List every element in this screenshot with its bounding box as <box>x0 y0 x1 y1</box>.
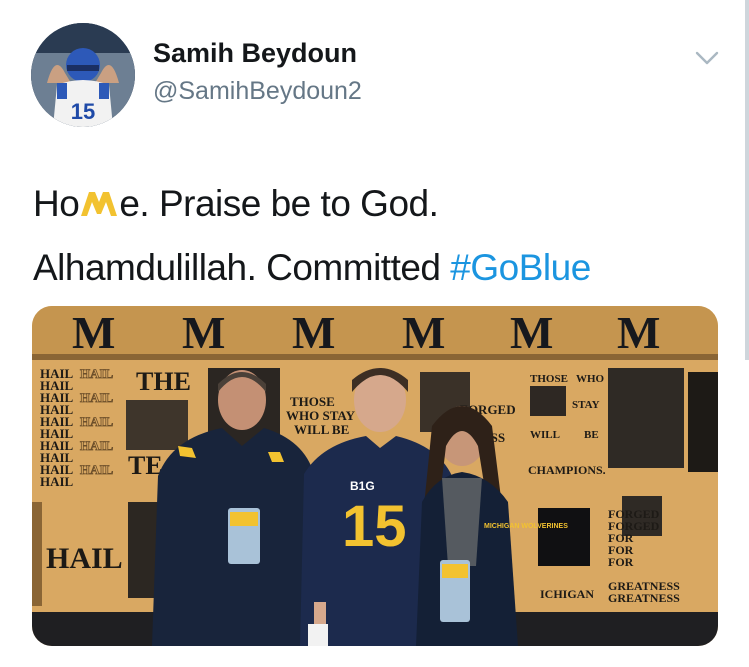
banner-letter-3: M <box>292 307 335 358</box>
banner-letter-6: M <box>617 307 660 358</box>
michigan-m-emoji-icon <box>80 174 118 216</box>
wall-michigan: ICHIGAN <box>540 587 594 601</box>
wall-the: THE <box>136 367 191 396</box>
wall-hail-big: HAIL <box>46 542 123 575</box>
jacket-badge: MICHIGAN WOLVERINES <box>484 523 568 530</box>
wall-who-stay: WHO STAY <box>286 408 356 423</box>
wall-hail-outline-4: HAIL <box>80 438 114 453</box>
chevron-down-icon[interactable] <box>694 48 720 68</box>
wall-champions: CHAMPIONS. <box>528 463 606 477</box>
banner-letter-1: M <box>72 307 115 358</box>
user-handle[interactable]: @SamihBeydoun2 <box>153 77 362 106</box>
wall-te: TE <box>128 451 163 480</box>
banner-letter-2: M <box>182 307 225 358</box>
wall-right-will: WILL <box>530 429 560 441</box>
tweet-card[interactable]: 15 Samih Beydoun @SamihBeydoun2 Ho e. Pra… <box>0 0 749 667</box>
avatar-jersey-number: 15 <box>71 99 95 124</box>
banner-letter-4: M <box>402 307 445 358</box>
wall-those: THOSE <box>290 394 335 409</box>
scrollbar[interactable] <box>745 0 749 360</box>
avatar-image: 15 <box>31 23 135 127</box>
photo-image: M M M M M M HAIL HAIL HAIL HAIL HAIL HAI… <box>32 306 718 646</box>
tweet-text-part2: e. Praise be to God. <box>119 183 439 224</box>
wall-greatness-2: GREATNESS <box>608 591 680 605</box>
tweet-text-line2: Alhamdulillah. Committed <box>33 247 451 288</box>
tweet-text: Ho e. Praise be to God. Alhamdulillah. Co… <box>33 172 723 300</box>
jersey-number: 15 <box>342 494 407 559</box>
wall-right-who: WHO <box>576 373 605 385</box>
wall-hail-10: HAIL <box>40 474 74 489</box>
wall-right-stay: STAY <box>572 399 600 411</box>
wall-right-be: BE <box>584 429 599 441</box>
wall-hail-outline-1: HAIL <box>80 366 114 381</box>
banner-letter-5: M <box>510 307 553 358</box>
tweet-text-line-1: Ho e. Praise be to God. <box>33 172 723 236</box>
wall-hail-outline-3: HAIL <box>80 414 114 429</box>
tweet-text-part1: Ho <box>33 183 80 224</box>
wall-hail-outline-2: HAIL <box>80 390 114 405</box>
tweet-text-line-2: Alhamdulillah. Committed #GoBlue <box>33 236 723 300</box>
wall-hail-outline-5: HAIL <box>80 462 114 477</box>
wall-forged-bottom-5: FOR <box>608 555 634 569</box>
avatar[interactable]: 15 <box>31 23 135 127</box>
wall-will-be: WILL BE <box>294 422 349 437</box>
hashtag-link[interactable]: #GoBlue <box>450 247 591 288</box>
tweet-photo[interactable]: M M M M M M HAIL HAIL HAIL HAIL HAIL HAI… <box>32 306 718 646</box>
wall-right-those: THOSE <box>530 373 568 385</box>
jersey-patch: B1G <box>350 479 375 493</box>
display-name[interactable]: Samih Beydoun <box>153 38 357 69</box>
